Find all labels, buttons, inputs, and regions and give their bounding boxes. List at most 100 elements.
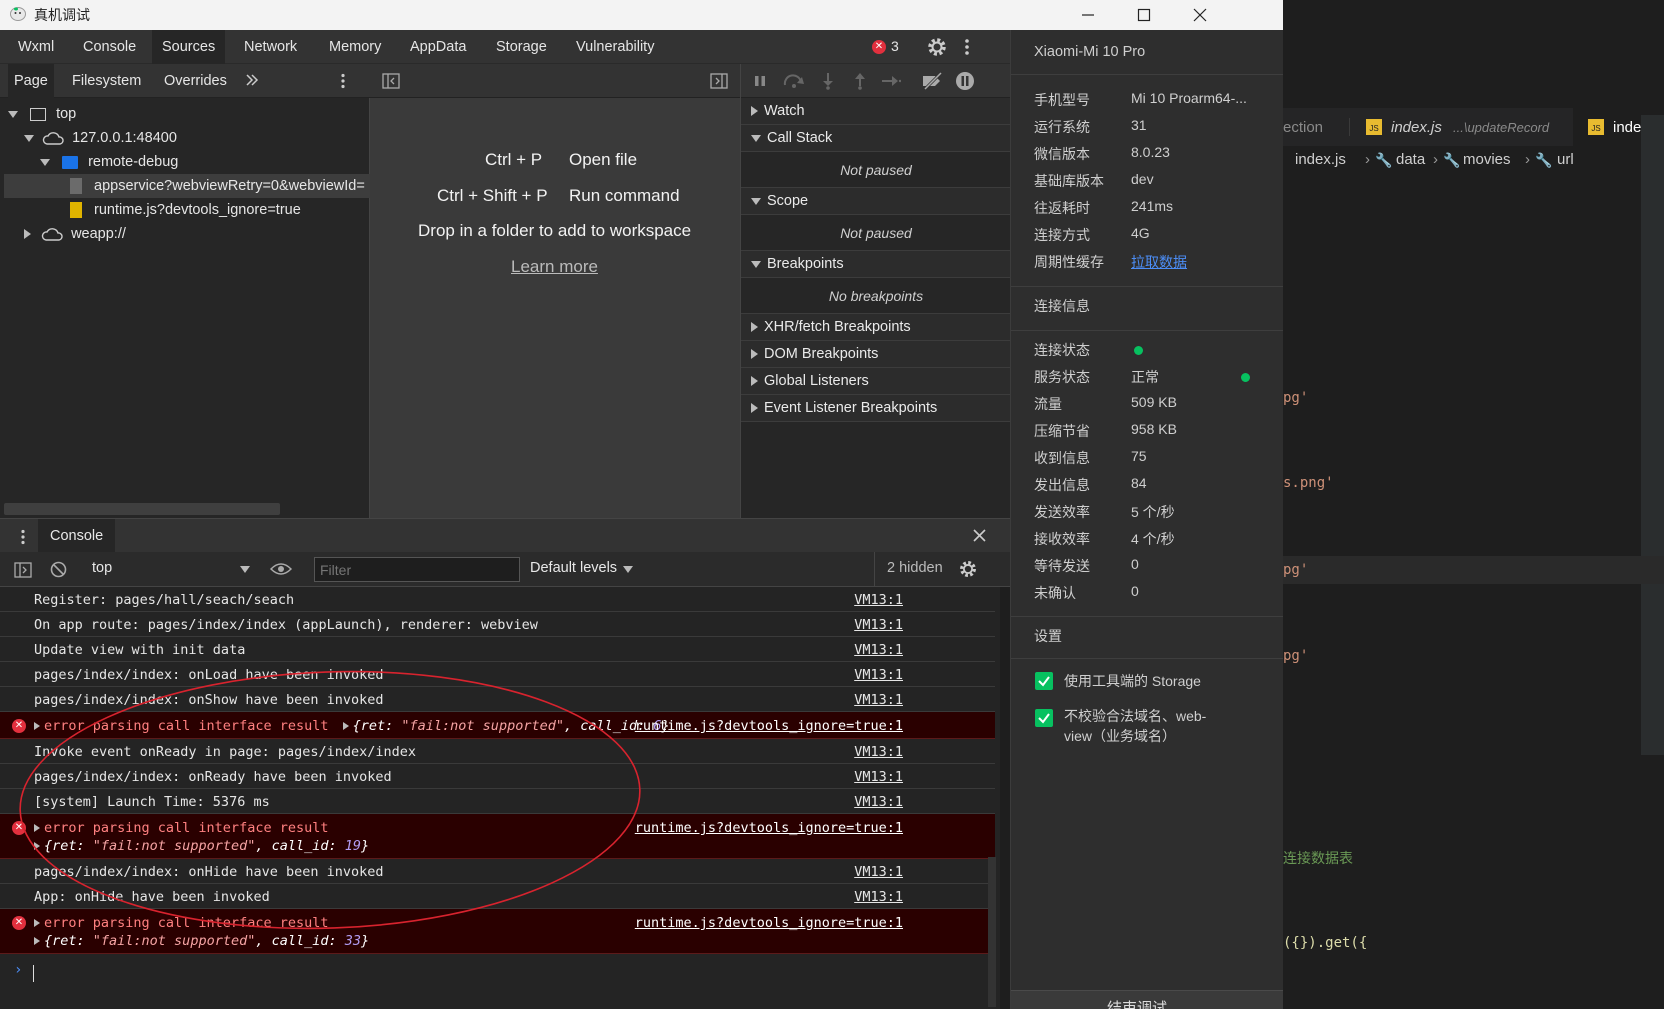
expand-triangle-icon[interactable] xyxy=(34,937,40,945)
pause-icon[interactable] xyxy=(753,74,767,88)
navigator-menu-icon[interactable] xyxy=(340,73,346,89)
console-sidebar-icon[interactable] xyxy=(14,562,32,578)
tree-item-origin[interactable]: 127.0.0.1:48400 xyxy=(24,126,177,150)
expand-triangle-icon[interactable] xyxy=(342,722,349,730)
expand-triangle-icon[interactable] xyxy=(34,722,40,730)
step-out-icon[interactable] xyxy=(853,72,867,90)
action-run-command[interactable]: Run command xyxy=(569,186,680,206)
expand-triangle-icon[interactable] xyxy=(34,842,40,850)
step-icon[interactable] xyxy=(881,74,901,88)
source-link[interactable]: VM13:1 xyxy=(854,794,903,810)
drawer-menu-icon[interactable] xyxy=(20,529,26,545)
tab-storage[interactable]: Storage xyxy=(486,30,557,64)
editor-tab-indexjs[interactable]: index.js xyxy=(1391,110,1442,146)
source-link[interactable]: runtime.js?devtools_ignore=true:1 xyxy=(635,915,903,931)
log-levels-dropdown[interactable]: Default levels xyxy=(530,560,617,576)
breadcrumb-movies[interactable]: movies xyxy=(1463,151,1511,168)
pane-dom-breakpoints[interactable]: DOM Breakpoints xyxy=(741,341,1011,368)
source-link[interactable]: runtime.js?devtools_ignore=true:1 xyxy=(635,718,903,734)
log-levels-chevron-icon[interactable] xyxy=(623,566,633,573)
tab-wxml[interactable]: Wxml xyxy=(8,30,64,64)
error-count-icon[interactable]: ✕ xyxy=(872,40,886,54)
breadcrumb-data[interactable]: data xyxy=(1396,151,1425,168)
error-object[interactable]: {ret: "fail:not supported", call_id: 6} xyxy=(353,718,670,734)
deactivate-breakpoints-icon[interactable] xyxy=(921,72,943,90)
info-value: 31 xyxy=(1131,117,1147,133)
pane-global-listeners[interactable]: Global Listeners xyxy=(741,368,1011,395)
use-tool-storage-checkbox[interactable] xyxy=(1035,672,1053,690)
source-link[interactable]: VM13:1 xyxy=(854,617,903,633)
source-link[interactable]: VM13:1 xyxy=(854,769,903,785)
pane-event-listener-breakpoints[interactable]: Event Listener Breakpoints xyxy=(741,395,1011,422)
source-link[interactable]: VM13:1 xyxy=(854,692,903,708)
close-drawer-icon[interactable] xyxy=(973,529,986,542)
console-row: Update view with init data VM13:1 xyxy=(0,637,995,662)
skip-domain-check-checkbox[interactable] xyxy=(1035,709,1053,727)
tab-appdata[interactable]: AppData xyxy=(400,30,476,64)
tree-item-runtime[interactable]: runtime.js?devtools_ignore=true xyxy=(70,198,301,222)
tree-item-weapp[interactable]: weapp:// xyxy=(24,222,126,246)
navigator-scrollbar[interactable] xyxy=(4,503,280,515)
console-filter-input[interactable] xyxy=(314,557,520,582)
console-input-caret[interactable] xyxy=(33,965,34,982)
context-selector[interactable]: top xyxy=(92,560,112,576)
pane-scope[interactable]: Scope xyxy=(741,188,1011,215)
action-open-file[interactable]: Open file xyxy=(569,150,637,170)
tab-memory[interactable]: Memory xyxy=(319,30,391,64)
error-count[interactable]: 3 xyxy=(891,38,899,54)
tab-filesystem[interactable]: Filesystem xyxy=(66,64,147,98)
window-title: 真机调试 xyxy=(34,7,90,23)
tab-overrides[interactable]: Overrides xyxy=(158,64,233,98)
tab-vulnerability[interactable]: Vulnerability xyxy=(566,30,664,64)
pane-watch[interactable]: Watch xyxy=(741,98,1011,125)
source-link[interactable]: runtime.js?devtools_ignore=true:1 xyxy=(635,820,903,836)
learn-more-link[interactable]: Learn more xyxy=(511,257,598,277)
expand-triangle-icon[interactable] xyxy=(34,919,40,927)
scope-status: Not paused xyxy=(741,215,1011,251)
tree-item-top[interactable]: top xyxy=(8,102,76,126)
maximize-button[interactable] xyxy=(1116,0,1172,30)
source-link[interactable]: VM13:1 xyxy=(854,744,903,760)
breadcrumb-file[interactable]: index.js xyxy=(1295,151,1346,168)
info-value: 8.0.23 xyxy=(1131,144,1170,160)
js-file-icon: JS xyxy=(1366,119,1382,135)
source-link[interactable]: VM13:1 xyxy=(854,642,903,658)
error-object[interactable]: {ret: "fail:not supported", call_id: 33} xyxy=(44,933,369,949)
source-link[interactable]: VM13:1 xyxy=(854,889,903,905)
tree-item-appservice[interactable]: appservice?webviewRetry=0&webviewId= xyxy=(4,174,370,198)
end-debug-button[interactable]: 结束调试 xyxy=(1011,990,1284,1009)
tree-item-folder[interactable]: remote-debug xyxy=(40,150,178,174)
tab-console[interactable]: Console xyxy=(73,30,146,64)
toggle-navigator-icon[interactable] xyxy=(382,73,400,89)
pane-breakpoints[interactable]: Breakpoints xyxy=(741,251,1011,278)
close-window-button[interactable] xyxy=(1172,0,1228,30)
source-link[interactable]: VM13:1 xyxy=(854,864,903,880)
source-link[interactable]: VM13:1 xyxy=(854,667,903,683)
tab-sources[interactable]: Sources xyxy=(152,30,226,64)
console-settings-gear-icon[interactable] xyxy=(958,559,978,579)
pause-on-exceptions-icon[interactable] xyxy=(955,71,975,91)
tab-page[interactable]: Page xyxy=(8,64,54,98)
clear-console-icon[interactable] xyxy=(50,561,67,578)
console-scrollbar[interactable] xyxy=(988,857,996,1007)
step-over-icon[interactable] xyxy=(783,74,805,88)
toggle-debugger-icon[interactable] xyxy=(710,73,728,89)
editor-tab-active[interactable]: inde xyxy=(1613,110,1641,146)
error-object[interactable]: {ret: "fail:not supported", call_id: 19} xyxy=(44,838,369,854)
minimize-button[interactable] xyxy=(1060,0,1116,30)
more-tabs-chevron-icon[interactable] xyxy=(245,73,259,87)
editor-tab[interactable]: ection xyxy=(1283,110,1323,146)
context-dropdown-icon[interactable] xyxy=(240,566,250,573)
pull-data-link[interactable]: 拉取数据 xyxy=(1131,252,1187,272)
drawer-tab-console[interactable]: Console xyxy=(38,519,116,553)
pane-xhr-breakpoints[interactable]: XHR/fetch Breakpoints xyxy=(741,314,1011,341)
tab-network[interactable]: Network xyxy=(234,30,307,64)
expand-triangle-icon[interactable] xyxy=(34,824,40,832)
pane-call-stack[interactable]: Call Stack xyxy=(741,125,1011,152)
step-into-icon[interactable] xyxy=(821,72,835,90)
breadcrumb-url[interactable]: url xyxy=(1557,151,1574,168)
source-link[interactable]: VM13:1 xyxy=(854,592,903,608)
more-menu-icon[interactable] xyxy=(964,38,970,56)
settings-gear-icon[interactable] xyxy=(926,36,948,58)
live-expression-eye-icon[interactable] xyxy=(270,562,292,576)
